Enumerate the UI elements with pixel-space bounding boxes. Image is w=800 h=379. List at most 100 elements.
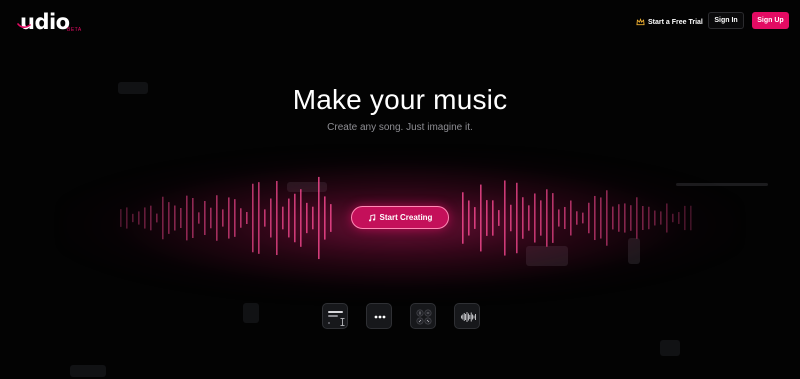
waveform-bar xyxy=(660,211,662,225)
waveform-bar xyxy=(510,204,512,232)
waveform-bar xyxy=(684,205,686,231)
waveform-bar xyxy=(138,211,140,225)
waveform-bar xyxy=(462,192,464,244)
waveform-bar xyxy=(264,209,266,227)
text-prompt-icon xyxy=(328,311,343,324)
top-nav: udio BETA Start a Free Trial Sign In Sig… xyxy=(0,0,800,44)
waveform-bar xyxy=(690,205,692,231)
waveform-bar xyxy=(330,204,332,232)
waveform-bar xyxy=(540,200,542,236)
waveform-bar xyxy=(126,207,128,229)
controls-tile[interactable] xyxy=(410,303,436,329)
waveform-bar xyxy=(486,200,488,236)
waveform-bar xyxy=(288,198,290,238)
hero-subtitle: Create any song. Just imagine it. xyxy=(327,122,473,133)
waveform-icon-bar xyxy=(466,312,468,322)
waveform-bar xyxy=(318,176,320,260)
waveform-bar xyxy=(624,203,626,233)
logo-swoosh-icon xyxy=(17,23,31,29)
waveform-bar xyxy=(222,209,224,227)
waveform-bar xyxy=(180,208,182,228)
waveform-bar xyxy=(186,195,188,241)
waveform-bar xyxy=(300,189,302,247)
more-icon xyxy=(374,315,386,319)
waveform-bar xyxy=(312,206,314,230)
sign-up-button[interactable]: Sign Up xyxy=(752,12,789,29)
waveform-bar xyxy=(150,205,152,231)
waveform-bar xyxy=(504,180,506,256)
waveform-bar xyxy=(234,199,236,237)
waveform-icon-bar xyxy=(461,315,462,319)
waveform-bar xyxy=(162,196,164,240)
waveform-icon xyxy=(461,312,476,322)
waveform-bar xyxy=(252,183,254,253)
waveform-bar xyxy=(588,202,590,234)
waveform-bar xyxy=(534,193,536,243)
waveform-icon-bar xyxy=(475,314,476,320)
free-trial-link[interactable]: Start a Free Trial xyxy=(636,15,703,29)
controls-icon xyxy=(416,309,432,325)
waveform-bar xyxy=(120,209,122,227)
waveform-bar xyxy=(600,197,602,239)
waveform-icon-bar xyxy=(473,315,475,319)
waveform-bar xyxy=(258,182,260,254)
hero-title: Make your music xyxy=(292,84,508,115)
waveform-bar xyxy=(630,205,632,231)
waveform-bar xyxy=(474,207,476,229)
waveform-bar xyxy=(498,210,500,226)
waveform-bar xyxy=(516,182,518,254)
waveform-bar xyxy=(228,197,230,239)
waveform-bar xyxy=(642,205,644,231)
waveform-bar xyxy=(648,206,650,230)
waveform-bar xyxy=(174,205,176,231)
waveform-icon-bar xyxy=(470,312,472,322)
waveform-bar xyxy=(582,212,584,224)
waveform-bar xyxy=(276,180,278,256)
waveform-bar xyxy=(198,212,200,224)
waveform-bar xyxy=(522,197,524,239)
start-creating-label: Start Creating xyxy=(379,213,433,222)
waveform-bar xyxy=(480,184,482,252)
waveform-bar xyxy=(546,189,548,247)
waveform-bar xyxy=(564,206,566,230)
waveform-bar xyxy=(156,213,158,223)
waveform-bar xyxy=(210,207,212,229)
waveform-bar xyxy=(246,212,248,224)
waveform-bar xyxy=(576,211,578,225)
music-note-icon xyxy=(368,213,375,221)
waveform-bar xyxy=(216,195,218,241)
waveform-visual xyxy=(120,176,692,260)
waveform-icon-bar xyxy=(465,314,466,320)
waveform-bar xyxy=(594,195,596,241)
waveform-bar xyxy=(570,200,572,236)
crown-icon xyxy=(636,18,645,26)
waveform-icon-bar xyxy=(469,315,471,319)
waveform-bar xyxy=(666,203,668,233)
waveform-bar xyxy=(636,197,638,239)
waveform-bar xyxy=(294,193,296,243)
waveform-bar xyxy=(240,208,242,228)
start-creating-button[interactable]: Start Creating xyxy=(351,206,449,229)
waveform-bar xyxy=(492,200,494,236)
sign-in-button[interactable]: Sign In xyxy=(708,12,744,29)
waveform-bar xyxy=(324,196,326,240)
waveform-icon-bar xyxy=(472,314,473,320)
waveform-bar xyxy=(558,209,560,227)
waveform-bar xyxy=(618,204,620,232)
waveform-bar xyxy=(468,200,470,236)
beta-badge: BETA xyxy=(67,27,82,33)
waveform-bar xyxy=(672,213,674,223)
waveform-icon-bar xyxy=(462,314,464,320)
waveform-bar xyxy=(678,212,680,224)
waveform-bar xyxy=(552,193,554,243)
waveform-bar xyxy=(168,202,170,234)
waveform-bar xyxy=(132,213,134,223)
waveform-bar xyxy=(528,205,530,231)
more-options-tile[interactable] xyxy=(366,303,392,329)
free-trial-label: Start a Free Trial xyxy=(648,18,703,26)
waveform-bar xyxy=(204,200,206,236)
text-cursor-icon xyxy=(340,318,345,326)
waveform-icon-bar xyxy=(463,313,465,321)
waveform-bar xyxy=(282,206,284,230)
waveform-tile[interactable] xyxy=(454,303,480,329)
